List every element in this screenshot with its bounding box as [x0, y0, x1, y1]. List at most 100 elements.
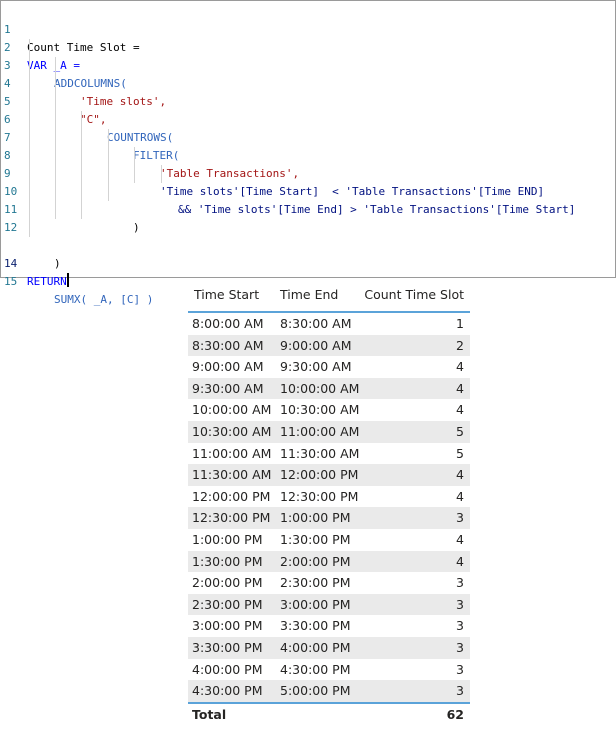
indent-guide: [81, 111, 82, 219]
table-row[interactable]: 10:30:00 AM 11:00:00 AM 5: [188, 420, 470, 443]
code-line: 8 'Table Transactions',: [1, 129, 613, 180]
cell-time-end: 4:30:00 PM: [280, 661, 351, 677]
cell-count: 3: [456, 618, 464, 634]
table-row[interactable]: 12:00:00 PM 12:30:00 PM 4: [188, 486, 470, 508]
cell-count: 4: [456, 531, 464, 547]
cell-time-start: 8:00:00 AM: [192, 316, 264, 331]
total-value: 62: [446, 706, 464, 722]
code-line: 4 'Time slots',: [1, 57, 613, 108]
cell-count: 2: [456, 337, 464, 353]
code-line: 10 && 'Time slots'[Time End] > 'Table Tr…: [1, 165, 613, 216]
cell-time-end: 3:00:00 PM: [280, 596, 351, 612]
total-label: Total: [192, 706, 227, 722]
table-row[interactable]: 9:30:00 AM 10:00:00 AM 4: [188, 377, 470, 400]
sumx-call: SUMX( _A, [C] ): [54, 293, 154, 306]
cell-time-end: 1:00:00 PM: [280, 510, 351, 526]
code-line: 9 'Time slots'[Time Start] < 'Table Tran…: [1, 147, 613, 198]
table-header: Time Start Time End Count Time Slot: [188, 281, 470, 313]
cell-time-start: 4:00:00 PM: [192, 661, 263, 677]
time-slot-table[interactable]: Time Start Time End Count Time Slot 8:00…: [188, 281, 470, 726]
table-row[interactable]: 1:00:00 PM 1:30:00 PM 4: [188, 529, 470, 551]
cell-time-start: 9:00:00 AM: [192, 359, 264, 375]
table-row[interactable]: 2:00:00 PM 2:30:00 PM 3: [188, 572, 470, 594]
cell-time-start: 9:30:00 AM: [192, 380, 264, 396]
code-line-active: 14 RETURN: [1, 237, 613, 288]
cell-time-end: 9:30:00 AM: [280, 359, 352, 375]
indent-guide: [161, 165, 162, 183]
cell-time-end: 12:30:00 PM: [280, 488, 359, 504]
cell-time-end: 8:30:00 AM: [280, 316, 352, 331]
column-header-time-end[interactable]: Time End: [280, 287, 338, 303]
cell-time-end: 10:00:00 AM: [280, 380, 360, 396]
cell-time-start: 8:30:00 AM: [192, 337, 264, 353]
code-line: 5 "C",: [1, 75, 613, 126]
code-line: 2 VAR _A =: [1, 21, 613, 72]
cell-count: 4: [456, 467, 464, 483]
cell-time-start: 12:30:00 PM: [192, 510, 271, 526]
cell-count: 3: [456, 661, 464, 677]
table-row[interactable]: 12:30:00 PM 1:00:00 PM 3: [188, 507, 470, 529]
code-line: 6 COUNTROWS(: [1, 93, 613, 144]
cell-time-end: 2:00:00 PM: [280, 553, 351, 569]
table-row[interactable]: 8:00:00 AM 8:30:00 AM 1: [188, 313, 470, 335]
text-cursor: [66, 273, 69, 287]
cell-time-end: 3:30:00 PM: [280, 618, 351, 634]
table-row[interactable]: 3:30:00 PM 4:00:00 PM 3: [188, 636, 470, 659]
column-header-count-time-slot[interactable]: Count Time Slot: [364, 287, 464, 303]
cell-time-end: 9:00:00 AM: [280, 337, 352, 353]
cell-time-end: 11:30:00 AM: [280, 445, 360, 461]
table-row[interactable]: 8:30:00 AM 9:00:00 AM 2: [188, 334, 470, 357]
cell-time-start: 4:30:00 PM: [192, 683, 263, 699]
cell-time-start: 2:00:00 PM: [192, 575, 263, 591]
cell-count: 4: [456, 553, 464, 569]
cell-time-end: 5:00:00 PM: [280, 683, 351, 699]
table-row[interactable]: 2:30:00 PM 3:00:00 PM 3: [188, 593, 470, 616]
cell-time-start: 1:00:00 PM: [192, 531, 263, 547]
table-row[interactable]: 11:00:00 AM 11:30:00 AM 5: [188, 443, 470, 465]
cell-count: 3: [456, 639, 464, 655]
code-line: 15 SUMX( _A, [C] ): [1, 255, 613, 306]
cell-time-start: 2:30:00 PM: [192, 596, 263, 612]
cell-time-start: 1:30:00 PM: [192, 553, 263, 569]
indent-guide: [108, 129, 109, 201]
cell-time-end: 2:30:00 PM: [280, 575, 351, 591]
cell-count: 5: [456, 445, 464, 461]
cell-count: 3: [456, 596, 464, 612]
table-row[interactable]: 1:30:00 PM 2:00:00 PM 4: [188, 550, 470, 573]
table-row[interactable]: 4:00:00 PM 4:30:00 PM 3: [188, 659, 470, 681]
indent-guide: [134, 147, 135, 183]
cell-count: 3: [456, 683, 464, 699]
cell-count: 4: [456, 402, 464, 418]
return-keyword: RETURN: [27, 273, 69, 288]
cell-time-start: 11:30:00 AM: [192, 467, 272, 483]
code-line: 12 ): [1, 201, 613, 252]
cell-count: 1: [456, 316, 464, 331]
cell-time-end: 12:00:00 PM: [280, 467, 359, 483]
cell-time-start: 3:30:00 PM: [192, 639, 263, 655]
cell-time-end: 11:00:00 AM: [280, 423, 360, 439]
table-row[interactable]: 11:30:00 AM 12:00:00 PM 4: [188, 464, 470, 486]
cell-time-start: 11:00:00 AM: [192, 445, 272, 461]
dax-formula-editor[interactable]: 1 Count Time Slot = 2 VAR _A = 3 ADDCOLU…: [0, 0, 616, 306]
cell-time-end: 4:00:00 PM: [280, 639, 351, 655]
table-row[interactable]: 3:00:00 PM 3:30:00 PM 3: [188, 615, 470, 637]
cell-time-start: 3:00:00 PM: [192, 618, 263, 634]
cell-time-start: 12:00:00 PM: [192, 488, 271, 504]
line-number: 15: [4, 275, 18, 288]
cell-count: 4: [456, 359, 464, 375]
cell-count: 3: [456, 510, 464, 526]
code-line: 7 FILTER(: [1, 111, 613, 162]
column-header-time-start[interactable]: Time Start: [194, 287, 259, 303]
table-row[interactable]: 9:00:00 AM 9:30:00 AM 4: [188, 356, 470, 378]
cell-time-end: 1:30:00 PM: [280, 531, 351, 547]
table-row[interactable]: 10:00:00 AM 10:30:00 AM 4: [188, 399, 470, 421]
indent-guide: [29, 39, 30, 237]
code-line: 3 ADDCOLUMNS(: [1, 39, 613, 90]
cell-time-end: 10:30:00 AM: [280, 402, 360, 418]
cell-time-start: 10:30:00 AM: [192, 423, 272, 439]
indent-guide: [55, 57, 56, 219]
cell-count: 4: [456, 380, 464, 396]
table-row[interactable]: 4:30:00 PM 5:00:00 PM 3: [188, 680, 470, 702]
code-line: 11 ): [1, 183, 613, 234]
cell-count: 4: [456, 488, 464, 504]
